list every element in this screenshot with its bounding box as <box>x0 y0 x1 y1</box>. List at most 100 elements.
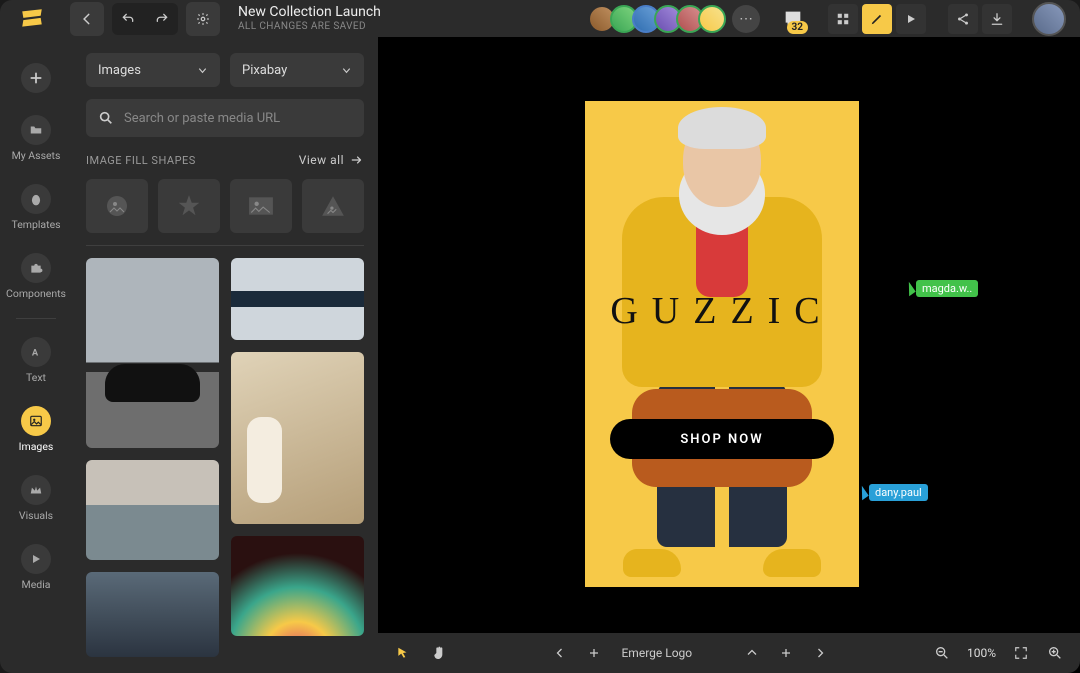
share-icon <box>956 12 970 26</box>
comments-button[interactable]: 32 <box>782 8 804 30</box>
gallery-image[interactable] <box>86 258 219 448</box>
plus-icon <box>588 647 600 659</box>
rail-images[interactable]: Images <box>0 396 72 463</box>
document-title-block: New Collection Launch ALL CHANGES ARE SA… <box>238 4 381 33</box>
rail-visuals[interactable]: Visuals <box>0 465 72 532</box>
history-group <box>112 3 178 35</box>
rail-components[interactable]: Components <box>0 243 72 310</box>
redo-icon <box>155 12 169 26</box>
egg-icon <box>29 192 43 206</box>
gallery-image[interactable] <box>86 572 219 657</box>
arrow-right-icon <box>350 153 364 167</box>
shape-triangle[interactable] <box>302 179 364 233</box>
zoom-in-button[interactable] <box>1040 638 1070 668</box>
rail-label: Visuals <box>19 509 53 522</box>
cursor-icon <box>902 281 915 295</box>
asset-source-dropdown[interactable]: Pixabay <box>230 53 364 87</box>
rail-templates[interactable]: Templates <box>0 174 72 241</box>
redo-button[interactable] <box>148 5 176 33</box>
rail-label: Text <box>26 371 46 384</box>
gallery-image[interactable] <box>231 536 364 636</box>
next-layer-button[interactable] <box>805 638 835 668</box>
app-logo[interactable] <box>14 1 50 37</box>
search-input[interactable] <box>124 111 352 126</box>
layer-navigator <box>545 638 835 668</box>
gear-icon <box>196 12 210 26</box>
cta-button[interactable]: SHOP NOW <box>610 419 834 459</box>
rail-text[interactable]: A Text <box>0 327 72 394</box>
rail-label: Media <box>22 578 51 591</box>
rail-label: Images <box>19 440 54 453</box>
add-layer-button[interactable] <box>579 638 609 668</box>
left-rail: My Assets Templates Components A Text Im… <box>0 37 72 673</box>
play-icon <box>30 553 42 565</box>
more-collaborators-button[interactable]: ⋯ <box>732 5 760 33</box>
rail-label: Components <box>6 287 66 300</box>
rail-label: My Assets <box>12 149 61 162</box>
select-tool[interactable] <box>388 638 418 668</box>
grid-view-button[interactable] <box>828 4 858 34</box>
collaborator-cursor: magda.w.. <box>905 280 978 297</box>
chevron-down-icon <box>197 65 208 76</box>
brand-text[interactable]: GUZZIC <box>585 289 859 333</box>
collaborator-avatars: ⋯ <box>594 5 760 33</box>
image-placeholder-icon <box>248 196 274 216</box>
edit-mode-button[interactable] <box>862 4 892 34</box>
cursor-icon <box>855 485 868 499</box>
shape-circle[interactable] <box>86 179 148 233</box>
canvas-viewport[interactable]: GUZZIC SHOP NOW magda.w.. dany.paul <box>378 37 1080 633</box>
prev-layer-button[interactable] <box>545 638 575 668</box>
rail-media[interactable]: Media <box>0 534 72 601</box>
rail-label: Templates <box>11 218 60 231</box>
avatar[interactable] <box>698 5 726 33</box>
rail-my-assets[interactable]: My Assets <box>0 105 72 172</box>
add-sibling-button[interactable] <box>771 638 801 668</box>
layer-up-button[interactable] <box>737 638 767 668</box>
document-title[interactable]: New Collection Launch <box>238 4 381 21</box>
zoom-controls: 100% <box>927 638 1070 668</box>
back-button[interactable] <box>70 2 104 36</box>
artboard[interactable]: GUZZIC SHOP NOW <box>585 101 859 587</box>
play-icon <box>905 13 917 25</box>
fit-screen-button[interactable] <box>1006 638 1036 668</box>
play-button[interactable] <box>896 4 926 34</box>
gallery-image[interactable] <box>231 258 364 340</box>
section-title: IMAGE FILL SHAPES <box>86 154 196 167</box>
download-icon <box>990 12 1004 26</box>
view-all-link[interactable]: View all <box>299 153 364 167</box>
star-icon <box>176 193 202 219</box>
image-placeholder-icon <box>105 194 129 218</box>
chevron-left-icon <box>80 12 94 26</box>
zoom-value[interactable]: 100% <box>961 646 1002 660</box>
folder-icon <box>29 123 43 137</box>
chevron-left-icon <box>554 647 566 659</box>
hand-icon <box>431 645 447 661</box>
dropdown-value: Images <box>98 63 141 78</box>
add-button[interactable] <box>0 53 72 103</box>
settings-button[interactable] <box>186 2 220 36</box>
undo-button[interactable] <box>114 5 142 33</box>
layer-name-input[interactable] <box>613 646 733 660</box>
puzzle-icon <box>29 261 43 275</box>
comments-count-badge: 32 <box>787 21 808 34</box>
zoom-out-button[interactable] <box>927 638 957 668</box>
hand-tool[interactable] <box>424 638 454 668</box>
view-mode-toolbar <box>828 4 926 34</box>
bottom-bar: 100% <box>378 633 1080 673</box>
plus-icon <box>780 647 792 659</box>
share-button[interactable] <box>948 4 978 34</box>
chevron-down-icon <box>341 65 352 76</box>
collaborator-name: dany.paul <box>869 484 928 501</box>
zoom-in-icon <box>1047 645 1063 661</box>
shape-star[interactable] <box>158 179 220 233</box>
save-status: ALL CHANGES ARE SAVED <box>238 21 381 33</box>
share-toolbar <box>948 4 1012 34</box>
shape-rect[interactable] <box>230 179 292 233</box>
download-button[interactable] <box>982 4 1012 34</box>
asset-type-dropdown[interactable]: Images <box>86 53 220 87</box>
collaborator-name: magda.w.. <box>916 280 978 297</box>
zoom-out-icon <box>934 645 950 661</box>
gallery-image[interactable] <box>231 352 364 524</box>
gallery-image[interactable] <box>86 460 219 560</box>
profile-avatar[interactable] <box>1032 2 1066 36</box>
